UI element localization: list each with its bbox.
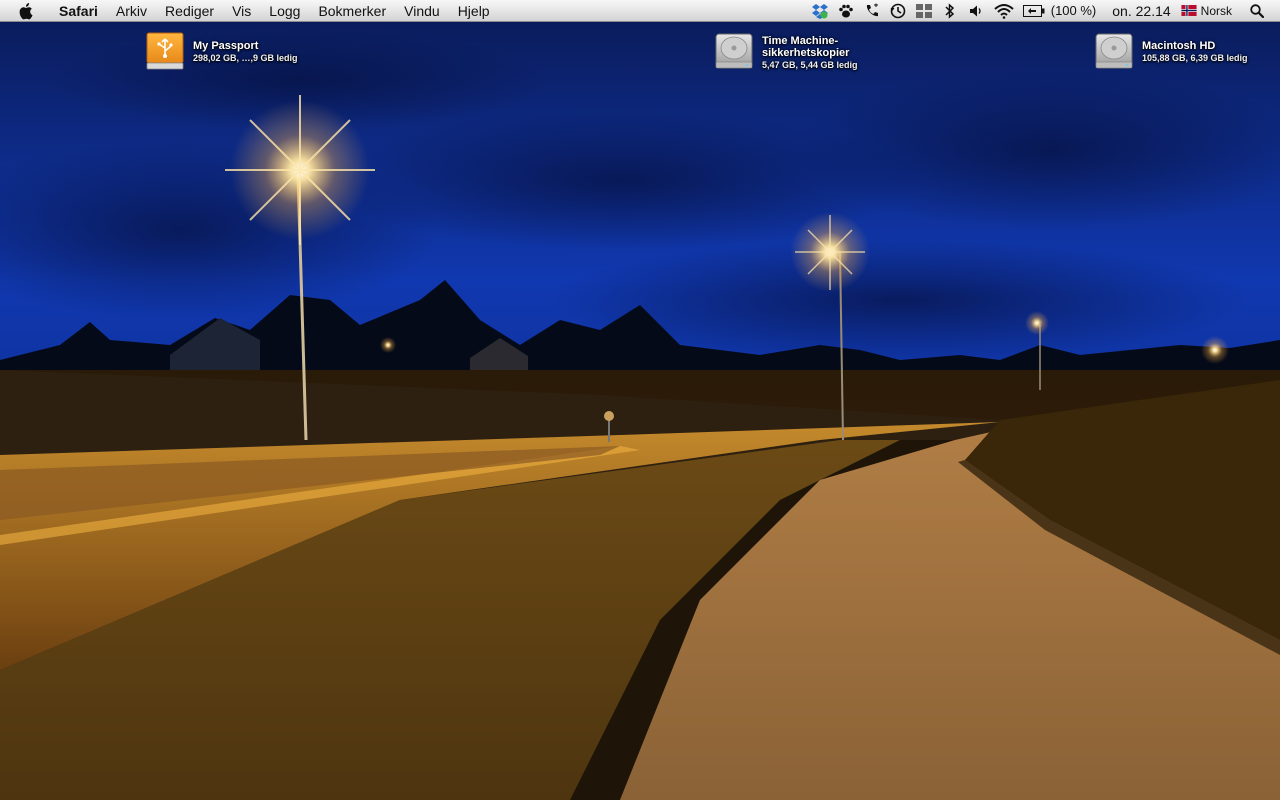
disk-capacity-info: 298,02 GB, …,9 GB ledig xyxy=(193,53,298,63)
menu-bokmerker[interactable]: Bokmerker xyxy=(309,0,395,22)
menu-bar-left: Safari Arkiv Rediger Vis Logg Bokmerker … xyxy=(0,0,499,22)
desktop-disk-macintosh-hd[interactable]: Macintosh HD 105,88 GB, 6,39 GB ledig xyxy=(1094,31,1248,71)
menu-rediger[interactable]: Rediger xyxy=(156,0,223,22)
battery-icon xyxy=(1022,4,1045,17)
desktop-disk-time-machine[interactable]: Time Machine- sikkerhetskopier 5,47 GB, … xyxy=(714,31,858,71)
menu-bar-extras: (100 %) on. 22.14 Norsk xyxy=(807,0,1280,22)
wifi-icon[interactable] xyxy=(991,0,1017,22)
bluetooth-icon[interactable] xyxy=(939,0,961,22)
paw-icon[interactable] xyxy=(835,0,857,22)
menu-hjelp[interactable]: Hjelp xyxy=(449,0,499,22)
desktop-disk-my-passport[interactable]: My Passport 298,02 GB, …,9 GB ledig xyxy=(145,31,298,71)
spaces-icon[interactable] xyxy=(913,0,935,22)
dropbox-icon[interactable] xyxy=(809,0,831,22)
input-menu[interactable]: Norsk xyxy=(1181,4,1232,18)
disk-name-line1: Time Machine- xyxy=(762,35,839,47)
phone-icon[interactable] xyxy=(861,0,883,22)
hard-drive-icon xyxy=(715,33,753,69)
battery-status[interactable]: (100 %) xyxy=(1022,3,1097,18)
menu-arkiv[interactable]: Arkiv xyxy=(107,0,156,22)
menu-logg[interactable]: Logg xyxy=(260,0,309,22)
disk-name-line2: sikkerhetskopier xyxy=(762,47,850,59)
disk-label-time-machine: Time Machine- sikkerhetskopier 5,47 GB, … xyxy=(762,31,858,71)
time-machine-icon[interactable] xyxy=(887,0,909,22)
volume-icon[interactable] xyxy=(965,0,987,22)
disk-capacity-info: 5,47 GB, 5,44 GB ledig xyxy=(762,60,858,70)
disk-name: My Passport xyxy=(193,40,259,52)
disk-label-macintosh-hd: Macintosh HD 105,88 GB, 6,39 GB ledig xyxy=(1142,31,1248,64)
battery-percentage: (100 %) xyxy=(1050,3,1097,18)
menu-vindu[interactable]: Vindu xyxy=(395,0,449,22)
menu-vis[interactable]: Vis xyxy=(223,0,260,22)
disk-label-my-passport: My Passport 298,02 GB, …,9 GB ledig xyxy=(193,31,298,64)
usb-drive-icon xyxy=(146,32,184,70)
menu-clock[interactable]: on. 22.14 xyxy=(1112,3,1170,19)
apple-menu-icon[interactable] xyxy=(18,0,36,22)
menu-bar: Safari Arkiv Rediger Vis Logg Bokmerker … xyxy=(0,0,1280,22)
desktop-wallpaper xyxy=(0,0,1280,800)
disk-capacity-info: 105,88 GB, 6,39 GB ledig xyxy=(1142,53,1248,63)
hard-drive-icon xyxy=(1095,33,1133,69)
spotlight-search-icon[interactable] xyxy=(1246,0,1268,22)
norway-flag-icon xyxy=(1181,5,1197,16)
disk-name: Macintosh HD xyxy=(1142,40,1216,52)
app-menu-safari[interactable]: Safari xyxy=(50,0,107,22)
input-language-label: Norsk xyxy=(1200,3,1232,18)
